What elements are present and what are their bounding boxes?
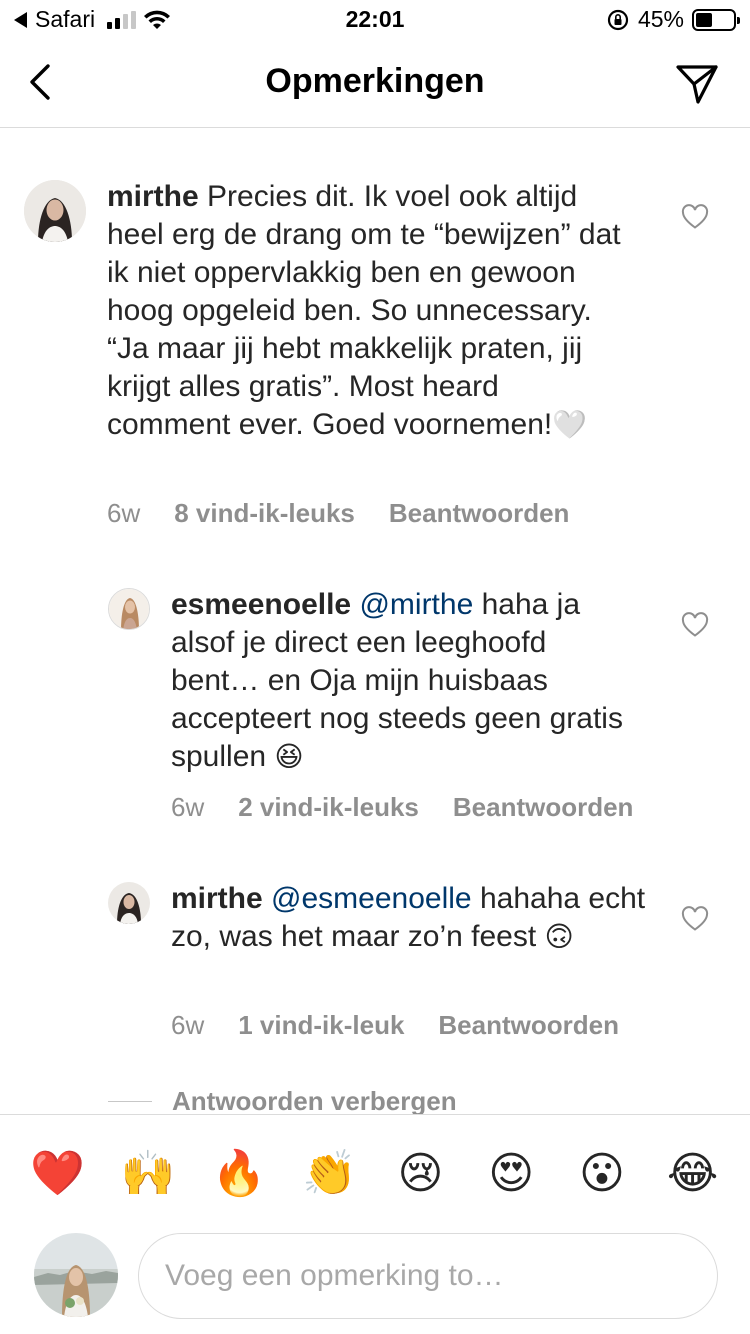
current-user-avatar — [34, 1233, 118, 1317]
comment-text: mirthe @esmeenoelle hahaha echt zo, was … — [171, 880, 651, 956]
hide-replies-label: Antwoorden verbergen — [172, 1086, 457, 1116]
upside-down-face-emoji: 🙃 — [544, 920, 574, 953]
avatar[interactable] — [108, 882, 150, 924]
comment-input[interactable] — [138, 1233, 718, 1319]
battery-icon — [692, 8, 740, 31]
like-heart-icon[interactable] — [681, 612, 709, 638]
divider — [108, 1101, 152, 1102]
paper-plane-icon[interactable] — [674, 62, 720, 106]
reply-button[interactable]: Beantwoorden — [453, 792, 634, 823]
comment-meta: 6w 1 vind-ik-leuk Beantwoorden — [171, 1010, 619, 1041]
laughing-emoji: 😆 — [274, 740, 304, 773]
comment-body: Precies dit. Ik voel ook altijd heel erg… — [107, 180, 621, 441]
comment-text: mirthe Precies dit. Ik voel ook altijd h… — [107, 178, 627, 444]
status-right: 45% — [606, 6, 740, 33]
quick-emoji-crying[interactable]: 😢 — [390, 1143, 450, 1203]
status-bar: Safari 22:01 45% — [0, 0, 750, 40]
comment-mention[interactable]: @esmeenoelle — [271, 882, 472, 915]
quick-emoji-heart-eyes[interactable]: 😍 — [481, 1143, 541, 1203]
hide-replies-toggle[interactable]: Antwoorden verbergen — [108, 1086, 457, 1117]
navigation-bar: Opmerkingen — [0, 40, 750, 128]
white-heart-emoji: 🤍 — [552, 408, 588, 441]
like-heart-icon[interactable] — [681, 906, 709, 932]
input-row — [0, 1231, 750, 1321]
comment-composer: ❤️ 🙌 🔥 👏 😢 😍 😮 😂 — [0, 1114, 750, 1334]
quick-emoji-bar: ❤️ 🙌 🔥 👏 😢 😍 😮 😂 — [0, 1143, 750, 1203]
comment-age: 6w — [107, 498, 141, 528]
battery-percentage: 45% — [637, 6, 684, 32]
comment-username[interactable]: esmeenoelle — [171, 588, 351, 621]
quick-emoji-clap[interactable]: 👏 — [300, 1143, 360, 1203]
quick-emoji-surprised[interactable]: 😮 — [572, 1143, 632, 1203]
comment-age: 6w — [171, 1010, 205, 1040]
likes-count[interactable]: 2 vind-ik-leuks — [238, 792, 419, 823]
quick-emoji-raised-hands[interactable]: 🙌 — [118, 1143, 178, 1203]
page-title: Opmerkingen — [265, 62, 485, 100]
reply-button[interactable]: Beantwoorden — [438, 1010, 619, 1041]
quick-emoji-fire[interactable]: 🔥 — [209, 1143, 269, 1203]
avatar[interactable] — [108, 588, 150, 630]
comment-meta: 6w 2 vind-ik-leuks Beantwoorden — [171, 792, 633, 823]
comment-username[interactable]: mirthe — [171, 882, 263, 915]
rotation-lock-icon — [607, 9, 629, 30]
quick-emoji-tears-of-joy[interactable]: 😂 — [663, 1143, 723, 1203]
likes-count[interactable]: 1 vind-ik-leuk — [238, 1010, 404, 1041]
reply-button[interactable]: Beantwoorden — [389, 498, 570, 529]
quick-emoji-heart[interactable]: ❤️ — [27, 1143, 87, 1203]
like-heart-icon[interactable] — [681, 204, 709, 230]
likes-count[interactable]: 8 vind-ik-leuks — [174, 498, 355, 529]
comment-text: esmeenoelle @mirthe haha ja alsof je dir… — [171, 586, 631, 776]
comment-username[interactable]: mirthe — [107, 180, 199, 213]
comment-meta: 6w 8 vind-ik-leuks Beantwoorden — [107, 498, 569, 529]
avatar[interactable] — [24, 180, 86, 242]
comment-age: 6w — [171, 792, 205, 822]
comment-mention[interactable]: @mirthe — [359, 588, 473, 621]
